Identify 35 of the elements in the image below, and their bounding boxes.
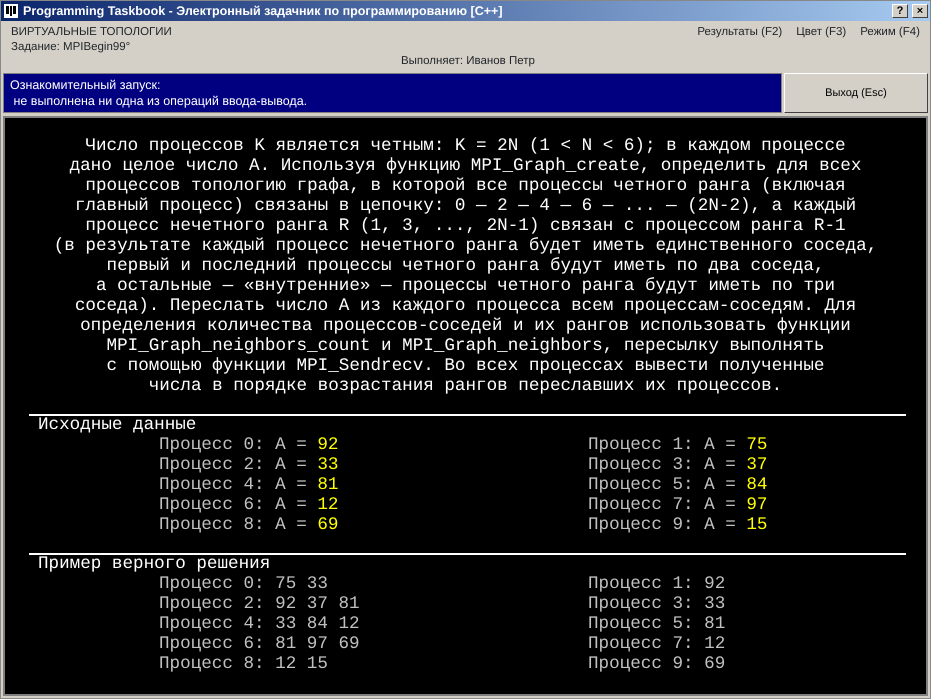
exit-button[interactable]: Выход (Esc): [784, 73, 928, 113]
process-output: Процесс 6: 81 97 69: [159, 634, 360, 654]
process-output: Процесс 0: 75 33: [159, 574, 328, 594]
process-output: Процесс 8: A = 69: [159, 515, 338, 535]
process-output: Процесс 6: A = 12: [159, 495, 338, 515]
section-title: Пример верного решения: [38, 554, 270, 574]
process-output: Процесс 1: A = 75: [588, 435, 768, 455]
app-icon: [3, 3, 19, 19]
task-description: Число процессов K является четным: K = 2N (1 < N < 6); в каждом процессе дано целое число A. Используя функцию MPI_Graph_create, определить для всех процессов топологию графа, в которой все процессы четного ранга (включая главный процесс) связаны в цепочку: 0 — 2 — 4 — 6 — ... — (2N-2), а каждый процесс нечетного ранга R (1, 3, ..., 2N-1) связан с процессом ранга R-1 (в результате каждый процесс нечетного ранга будет иметь единственного соседа, первый и последний процессы четного ранга будут иметь по два соседа, а остальные — «внутренние» — процессы четного ранга будут иметь по три соседа). Переслать число A из каждого процесса всем процессам-соседям. Для определения количества процессов-соседей и их рангов использовать функции MPI_Graph_neighbors_count и MPI_Graph_neighbors, пересылку выполнять с помощью функции MPI_Sendrecv. Во всех процессах вывести полученные числа в порядке возрастания рангов переславших их процессов.: [52, 136, 878, 396]
topic-title: ВИРТУАЛЬНЫЕ ТОПОЛОГИИ: [11, 25, 173, 40]
process-output: Процесс 7: 12: [588, 634, 726, 654]
process-output: Процесс 5: 81: [588, 614, 726, 634]
task-name: Задание: MPIBegin99°: [11, 40, 132, 55]
process-output: Процесс 9: A = 15: [588, 515, 768, 535]
process-output: Процесс 8: 12 15: [159, 654, 328, 674]
section-title: Исходные данные: [38, 415, 196, 435]
status-message: Ознакомительный запуск: не выполнена ни одна из операций ввода-вывода.: [3, 73, 782, 113]
process-output: Процесс 4: A = 81: [159, 475, 338, 495]
menu-item[interactable]: Цвет (F3): [796, 25, 846, 69]
process-output: Процесс 2: A = 33: [159, 455, 338, 475]
help-button[interactable]: ?: [892, 4, 908, 18]
process-output: Процесс 2: 92 37 81: [159, 594, 360, 614]
menu-item[interactable]: Режим (F4): [860, 25, 920, 69]
process-output: Процесс 0: A = 92: [159, 435, 338, 455]
process-output: Процесс 7: A = 97: [588, 495, 768, 515]
process-output: Процесс 4: 33 84 12: [159, 614, 360, 634]
process-output: Процесс 9: 69: [588, 654, 726, 674]
menu-item[interactable]: Результаты (F2): [697, 25, 782, 69]
student-name: Выполняет: Иванов Петр: [401, 54, 535, 69]
process-output: Процесс 3: 33: [588, 594, 726, 614]
process-output: Процесс 5: A = 84: [588, 475, 768, 495]
process-output: Процесс 1: 92: [588, 574, 726, 594]
close-button[interactable]: ×: [912, 4, 928, 18]
window-title: Programming Taskbook - Электронный задачник по программированию [C++]: [23, 2, 504, 20]
process-output: Процесс 3: A = 37: [588, 455, 768, 475]
